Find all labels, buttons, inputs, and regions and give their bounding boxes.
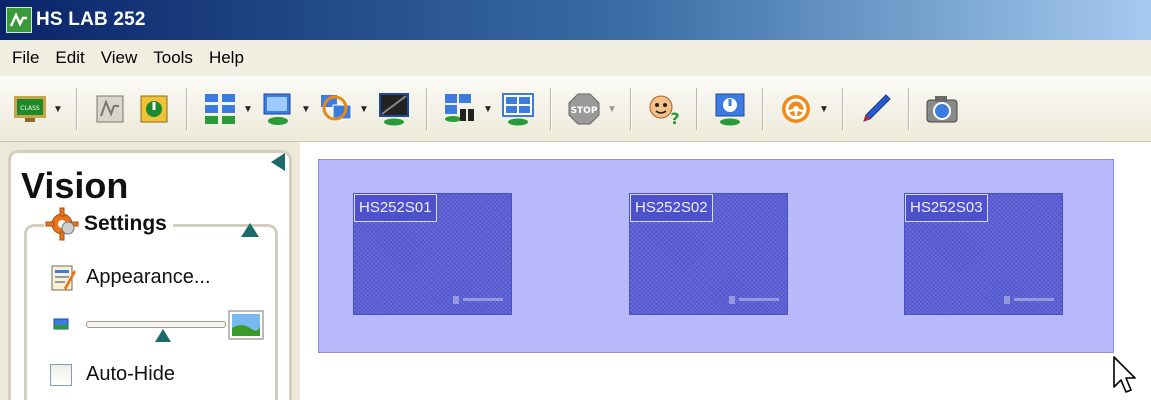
group-view-dropdown[interactable]: ▼ xyxy=(358,89,370,129)
large-image-icon xyxy=(228,310,264,340)
toolbar-separator xyxy=(696,88,698,130)
thumbnail-size-slider[interactable] xyxy=(52,308,272,348)
panel-collapse-icon[interactable] xyxy=(271,153,285,171)
toolbar-separator xyxy=(842,88,844,130)
student-question-icon: ? xyxy=(649,95,680,126)
show-screen-button[interactable] xyxy=(258,89,298,129)
toolbar: CLASS ▼ ▼ ▼ ▼ ▼ STOP ▼ ? ▼ xyxy=(0,76,1151,142)
toolbar-separator xyxy=(908,88,910,130)
panel-title: Vision xyxy=(21,165,129,206)
toolbar-separator xyxy=(186,88,188,130)
settings-gear-icon xyxy=(45,207,79,241)
stop-icon: STOP xyxy=(568,93,600,125)
show-screen-dropdown[interactable]: ▼ xyxy=(300,89,312,129)
group-view-button[interactable] xyxy=(316,89,356,129)
camera-icon xyxy=(926,96,958,123)
binoculars-icon xyxy=(445,94,474,122)
chalkboard-icon: CLASS xyxy=(14,96,46,122)
taskbar-icon xyxy=(453,296,503,304)
svg-text:STOP: STOP xyxy=(571,106,598,116)
blank-screen-button[interactable] xyxy=(374,89,414,129)
slider-track[interactable] xyxy=(86,321,226,328)
menu-bar: File Edit View Tools Help xyxy=(0,40,1151,76)
monitor-button[interactable] xyxy=(90,89,130,129)
toolbar-separator xyxy=(550,88,552,130)
scan-dropdown[interactable]: ▼ xyxy=(482,89,494,129)
group-screens-icon xyxy=(321,95,352,121)
workstation-thumbnail[interactable]: HS252S03 xyxy=(904,193,1063,315)
appearance-icon xyxy=(51,265,76,291)
slider-thumb[interactable] xyxy=(155,329,171,342)
window-title: HS LAB 252 xyxy=(36,9,146,30)
control-button[interactable] xyxy=(776,89,816,129)
autohide-option[interactable]: Auto-Hide xyxy=(50,363,175,386)
workstation-thumbnail[interactable]: HS252S01 xyxy=(353,193,512,315)
thumbnail-view-button[interactable] xyxy=(498,89,538,129)
toolbar-separator xyxy=(76,88,78,130)
settings-header[interactable]: Settings xyxy=(44,206,173,242)
grid-layout-icon xyxy=(205,94,235,124)
mouse-cursor-icon xyxy=(1113,356,1136,393)
pen-icon xyxy=(863,94,891,122)
appearance-label: Appearance... xyxy=(86,265,211,288)
stop-button[interactable]: STOP xyxy=(564,89,604,129)
power-screen-icon xyxy=(715,93,745,126)
autohide-label: Auto-Hide xyxy=(86,363,175,385)
workstation-thumbnail[interactable]: HS252S02 xyxy=(629,193,788,315)
toolbar-separator xyxy=(762,88,764,130)
app-icon xyxy=(6,7,32,33)
control-dropdown[interactable]: ▼ xyxy=(818,89,830,129)
computer-user-icon xyxy=(263,93,291,125)
menu-edit[interactable]: Edit xyxy=(49,44,94,72)
workstation-label: HS252S03 xyxy=(905,194,988,222)
workstation-label: HS252S01 xyxy=(354,194,437,222)
help-request-button[interactable]: ? xyxy=(644,89,684,129)
blank-screen-icon xyxy=(379,93,409,126)
menu-tools[interactable]: Tools xyxy=(147,44,203,72)
power-icon xyxy=(140,95,168,123)
graph-icon xyxy=(96,95,124,123)
toolbar-separator xyxy=(630,88,632,130)
layout-dropdown[interactable]: ▼ xyxy=(242,89,254,129)
svg-text:CLASS: CLASS xyxy=(20,105,40,112)
taskbar-icon xyxy=(1004,296,1054,304)
annotate-button[interactable] xyxy=(856,89,896,129)
settings-collapse-icon[interactable] xyxy=(241,223,259,237)
scan-button[interactable] xyxy=(440,89,480,129)
autohide-checkbox[interactable] xyxy=(50,363,72,386)
menu-file[interactable]: File xyxy=(6,44,49,72)
toolbar-separator xyxy=(426,88,428,130)
small-image-icon xyxy=(53,318,69,330)
appearance-link[interactable]: Appearance... xyxy=(50,262,211,292)
stop-dropdown[interactable]: ▼ xyxy=(606,89,618,129)
snapshot-button[interactable] xyxy=(922,89,962,129)
settings-label: Settings xyxy=(84,212,167,235)
menu-view[interactable]: View xyxy=(95,44,148,72)
menu-help[interactable]: Help xyxy=(203,44,254,72)
class-board-dropdown[interactable]: ▼ xyxy=(52,89,64,129)
layout-button[interactable] xyxy=(200,89,240,129)
class-board-button[interactable]: CLASS xyxy=(10,89,50,129)
thumbnail-view-icon xyxy=(502,93,534,126)
steering-wheel-icon xyxy=(782,95,810,123)
workstation-label: HS252S02 xyxy=(630,194,713,222)
taskbar-icon xyxy=(729,296,779,304)
power-button[interactable] xyxy=(134,89,174,129)
remote-power-button[interactable] xyxy=(710,89,750,129)
title-bar: HS LAB 252 xyxy=(0,0,1151,40)
svg-text:?: ? xyxy=(670,109,679,126)
